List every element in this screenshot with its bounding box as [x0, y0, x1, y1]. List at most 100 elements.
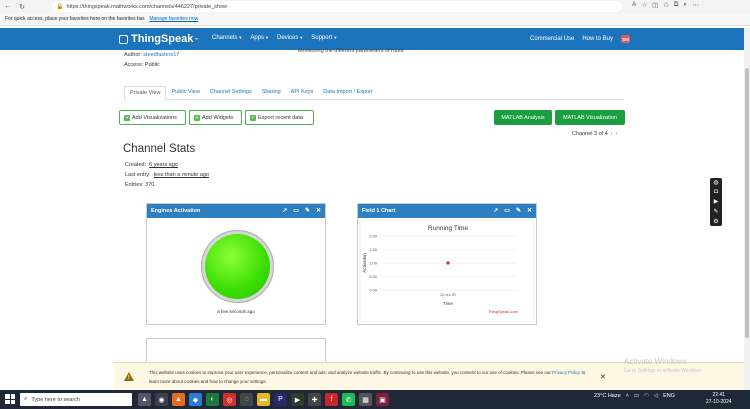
widget-title: Engines Activation [151, 208, 201, 214]
add-widgets-button[interactable]: + Add Widgets [189, 110, 242, 125]
manage-favorites-link[interactable]: Manage favorites now [149, 16, 198, 22]
app-icon[interactable]: ▲ [172, 393, 185, 406]
back-icon[interactable]: ← [2, 1, 14, 13]
thingspeak-logo[interactable]: ThingSpeak ™ [119, 33, 198, 45]
comment-icon[interactable]: ▭ [293, 207, 299, 214]
author-link[interactable]: steedfasters17 [143, 52, 179, 58]
folder-icon[interactable]: ▬ [257, 393, 270, 406]
collections-icon[interactable]: ⧉ [674, 1, 679, 9]
tab-private-view[interactable]: Private View [124, 86, 167, 100]
plus-icon: + [194, 114, 200, 121]
data-point [446, 261, 450, 265]
tab-sharing[interactable]: Sharing [257, 86, 286, 99]
whatsapp-icon[interactable]: ✆ [342, 393, 355, 406]
close-icon[interactable]: ✕ [600, 373, 606, 381]
indicator-body: a few seconds ago [147, 218, 325, 324]
logo-icon [119, 34, 128, 44]
app-icon[interactable]: ◌ [240, 393, 253, 406]
close-icon[interactable]: ✕ [527, 207, 532, 214]
lock-icon: 🔒 [56, 4, 64, 10]
favorites-message: For quick access, place your favorites h… [5, 16, 146, 22]
tray-chevron-icon[interactable]: ˄ [626, 393, 629, 399]
extensions-icon[interactable]: ⋯ [692, 1, 699, 9]
app-icon[interactable]: ✚ [308, 393, 321, 406]
menu-channels[interactable]: Channels▼ [212, 35, 242, 41]
menu-devices[interactable]: Devices▼ [277, 35, 303, 41]
camera-icon[interactable]: ◘ [714, 189, 718, 195]
scrollbar-thumb[interactable] [745, 68, 749, 338]
app-icon[interactable]: ◉ [155, 393, 168, 406]
chart-frame [359, 219, 535, 323]
add-visualizations-button[interactable]: + Add Visualizations [119, 110, 186, 125]
taskbar-search-input[interactable]: ⌕ Type here to search [20, 393, 132, 406]
page-scrollbar[interactable] [744, 28, 750, 390]
windows-start-icon[interactable] [5, 394, 15, 404]
menu-support[interactable]: Support▼ [311, 35, 337, 41]
copilot-icon[interactable]: ◐ [683, 1, 687, 9]
chevron-down-icon: ▼ [265, 35, 269, 40]
taskbar-clock[interactable]: 22:41 27-10-2024 [706, 392, 732, 406]
widget-title: Field 1 Chart [362, 208, 396, 214]
read-aloud-icon[interactable]: A [632, 1, 636, 9]
channel-stats-title: Channel Stats [123, 143, 196, 155]
app-icon[interactable]: ▶ [291, 393, 304, 406]
menu-apps[interactable]: Apps▼ [250, 35, 269, 41]
check-icon: ✓ [250, 114, 256, 121]
tab-api-keys[interactable]: API Keys [286, 86, 319, 99]
matlab-visualization-button[interactable]: MATLAB Visualization [555, 110, 625, 125]
privacy-policy-link[interactable]: Privacy Policy [552, 370, 580, 375]
video-icon[interactable]: ▶ [714, 198, 719, 205]
close-icon[interactable]: ✕ [316, 207, 321, 214]
last-entry-value: less than a minute ago [153, 172, 210, 178]
y-tick-label: 0.00 [369, 288, 378, 293]
edge-icon[interactable]: ◐ [206, 393, 219, 406]
pager-text: Channel 3 of 4 [572, 131, 608, 137]
avatar[interactable]: SM [621, 35, 631, 43]
edit-icon[interactable]: ✎ [713, 208, 718, 215]
chrome-icon[interactable]: ◎ [223, 393, 236, 406]
chart-title: Running Time [428, 225, 468, 232]
address-bar[interactable]: 🔒 https://thingspeak.mathworks.com/chann… [52, 1, 622, 12]
wifi-icon[interactable]: ◠ [644, 393, 649, 399]
edit-icon[interactable]: ✎ [516, 207, 521, 214]
app-icon[interactable]: ▣ [376, 393, 389, 406]
chevron-right-icon[interactable]: › [616, 131, 618, 137]
tab-channel-settings[interactable]: Channel Settings [205, 86, 257, 99]
main-menu: Channels▼ Apps▼ Devices▼ Support▼ [212, 35, 337, 41]
battery-icon[interactable]: ▭ [634, 393, 639, 399]
y-tick-label: 1.00 [369, 261, 378, 266]
how-to-buy-link[interactable]: How to Buy [582, 36, 613, 42]
favorites-icon[interactable]: ✩ [663, 1, 668, 9]
taskbar: ⌕ Type here to search ▲ ◉ ▲ ◆ ◐ ◎ ◌ ▬ P … [0, 390, 750, 409]
open-external-icon[interactable]: ↗ [493, 207, 498, 214]
y-tick-label: 1.50 [369, 247, 378, 252]
volume-icon[interactable]: ◁ [654, 393, 658, 399]
empty-widget [146, 338, 326, 362]
commercial-use-link[interactable]: Commercial Use [530, 36, 574, 42]
app-icon[interactable]: ◆ [189, 393, 202, 406]
app-icon[interactable]: f [325, 393, 338, 406]
export-recent-data-button[interactable]: ✓ Export recent data [245, 110, 314, 125]
matlab-analysis-button[interactable]: MATLAB Analysis [494, 110, 552, 125]
settings-icon[interactable]: ◍ [713, 179, 718, 186]
channel-description: Monitoring the different parameters of r… [298, 48, 404, 54]
edit-icon[interactable]: ✎ [305, 207, 310, 214]
open-external-icon[interactable]: ↗ [282, 207, 287, 214]
created-value: 6 years ago [149, 162, 178, 168]
tab-public-view[interactable]: Public View [166, 86, 204, 99]
language-indicator[interactable]: ENG [663, 393, 675, 399]
y-axis-label: Activation [362, 253, 367, 273]
chevron-left-icon[interactable]: ‹ [611, 131, 613, 137]
app-icon[interactable]: ▦ [359, 393, 372, 406]
gear-icon[interactable]: ⚙ [713, 218, 718, 225]
premiere-icon[interactable]: P [274, 393, 287, 406]
weather-text[interactable]: 23°C Haze [594, 393, 621, 399]
landscape-app-icon[interactable]: ▲ [138, 393, 151, 406]
comment-icon[interactable]: ▭ [504, 207, 510, 214]
star-icon[interactable]: ☆ [641, 1, 647, 9]
tab-data-import-export[interactable]: Data Import / Export [318, 86, 377, 99]
indicator-time: a few seconds ago [217, 309, 255, 314]
refresh-icon[interactable]: ↻ [16, 1, 28, 13]
split-icon[interactable]: ◫ [652, 1, 658, 9]
y-tick-label: 0.50 [369, 274, 378, 279]
